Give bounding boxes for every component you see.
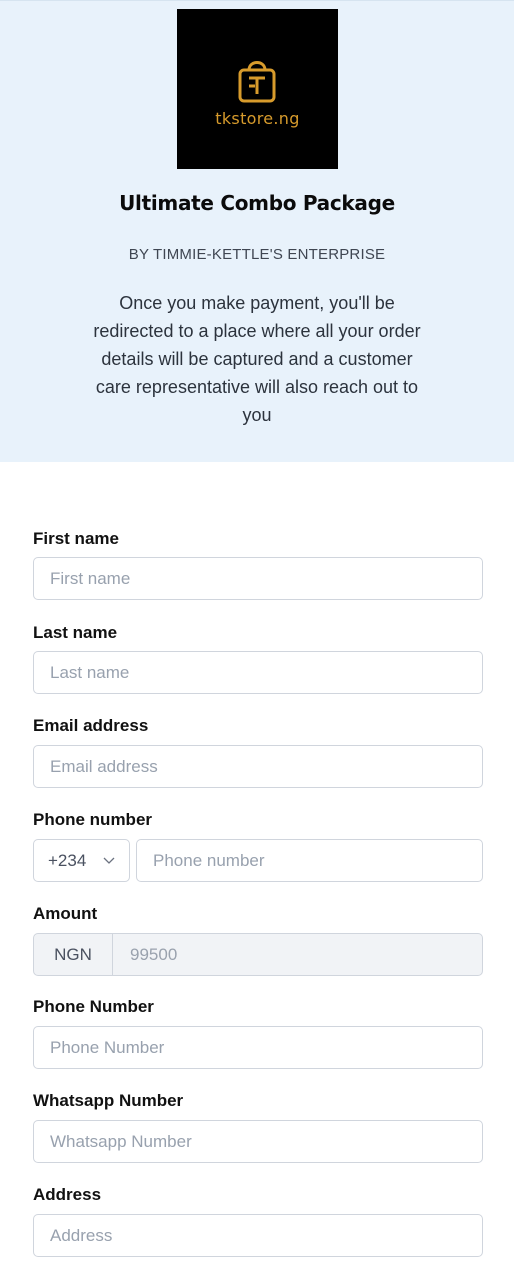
address-label: Address (33, 1185, 102, 1204)
email-input[interactable] (33, 745, 483, 788)
logo-wordmark: tkstore.ng (215, 109, 300, 128)
phone-number-label: Phone Number (33, 997, 154, 1016)
amount-label: Amount (33, 904, 98, 923)
country-code-value: +234 (48, 851, 87, 870)
product-header: tkstore.ng Ultimate Combo Package BY TIM… (0, 0, 514, 462)
phone-number-input[interactable] (33, 1026, 483, 1069)
last-name-input[interactable] (33, 651, 483, 694)
shopping-bag-icon (238, 61, 276, 103)
phone-label: Phone number (33, 810, 153, 829)
first-name-label: First name (33, 529, 119, 548)
currency-code: NGN (34, 934, 113, 975)
last-name-label: Last name (33, 623, 118, 642)
chevron-down-icon (103, 857, 115, 864)
first-name-input[interactable] (33, 557, 483, 600)
address-input[interactable] (33, 1214, 483, 1257)
whatsapp-input[interactable] (33, 1120, 483, 1163)
phone-input[interactable] (136, 839, 483, 882)
amount-field: NGN 99500 (33, 933, 483, 976)
store-logo: tkstore.ng (177, 9, 338, 169)
whatsapp-label: Whatsapp Number (33, 1091, 184, 1110)
amount-value: 99500 (130, 945, 178, 964)
payment-description: Once you make payment, you'll be redirec… (93, 293, 421, 425)
country-code-select[interactable]: +234 (33, 839, 130, 882)
email-label: Email address (33, 716, 149, 735)
seller-name: BY TIMMIE-KETTLE'S ENTERPRISE (128, 246, 386, 263)
product-title: Ultimate Combo Package (119, 191, 395, 215)
